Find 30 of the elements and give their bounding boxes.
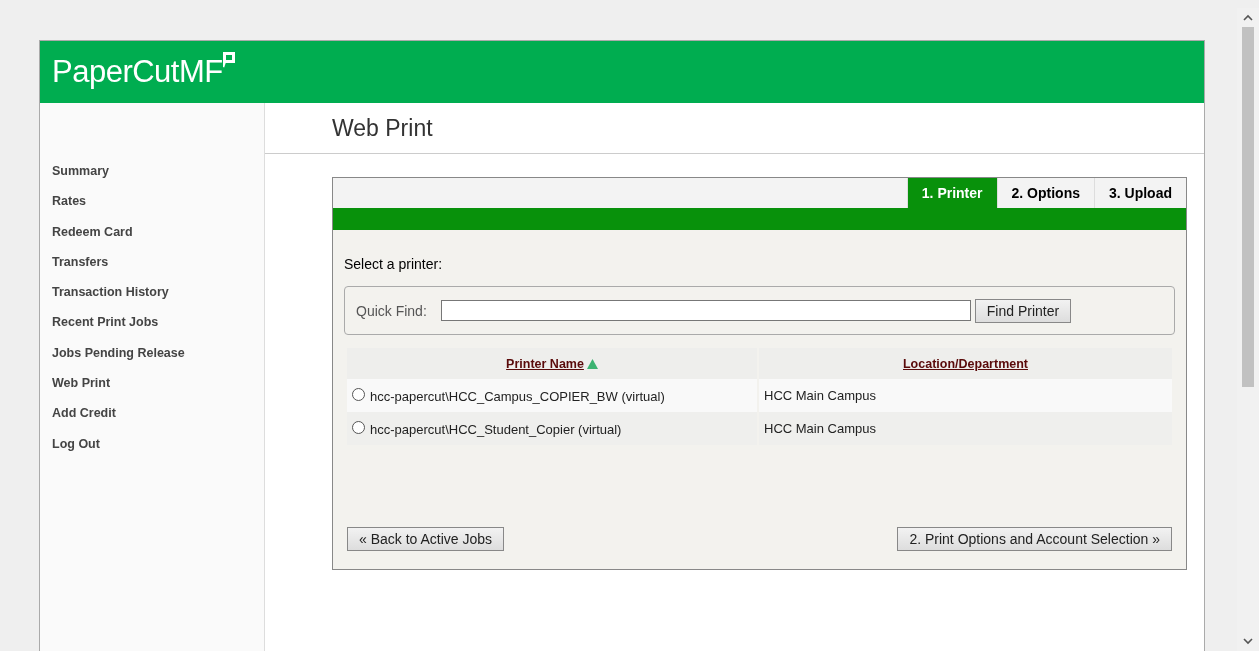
sidebar-item[interactable]: Redeem Card: [40, 221, 264, 252]
sidebar-item[interactable]: Transfers: [40, 251, 264, 283]
quick-find-label: Quick Find:: [356, 302, 427, 319]
printer-name: hcc-papercut\HCC_Campus_COPIER_BW (virtual): [370, 389, 665, 404]
sidebar-item[interactable]: Transaction History: [40, 282, 264, 313]
sidebar-item[interactable]: Rates: [40, 191, 264, 222]
select-printer-prompt: Select a printer:: [344, 256, 444, 272]
quick-find-field[interactable]: [440, 300, 971, 321]
sidebar-item[interactable]: Web Print: [40, 373, 264, 404]
back-button[interactable]: « Back to Active Jobs: [347, 527, 505, 551]
next-button[interactable]: 2. Print Options and Account Selection »: [897, 527, 1172, 551]
sidebar-item[interactable]: Recent Print Jobs: [40, 312, 264, 343]
radio-button[interactable]: [352, 388, 365, 401]
sidebar-item[interactable]: Log Out: [40, 433, 264, 464]
sidebar-item[interactable]: Jobs Pending Release: [40, 342, 264, 374]
step-tab[interactable]: 1. Printer: [906, 178, 997, 208]
papercut-logo: PaperCutMF: [52, 52, 235, 92]
printer-name: hcc-papercut\HCC_Student_Copier (virtual): [370, 422, 622, 437]
scroll-up-icon[interactable]: [1243, 14, 1253, 21]
radio-button[interactable]: [352, 421, 365, 434]
column-header[interactable]: Location/Department: [759, 348, 1172, 379]
sidebar-item[interactable]: Summary: [40, 161, 264, 192]
scroll-thumb[interactable]: [1242, 27, 1254, 387]
scroll-down-icon[interactable]: [1243, 638, 1253, 645]
sidebar-item[interactable]: Add Credit: [40, 403, 264, 434]
page-title: Web Print: [265, 103, 1205, 154]
find-printer-button[interactable]: Find Printer: [974, 298, 1072, 323]
printer-location: HCC Main Campus: [764, 388, 876, 403]
column-header[interactable]: Printer Name: [347, 348, 757, 379]
printer-location: HCC Main Campus: [764, 421, 876, 436]
